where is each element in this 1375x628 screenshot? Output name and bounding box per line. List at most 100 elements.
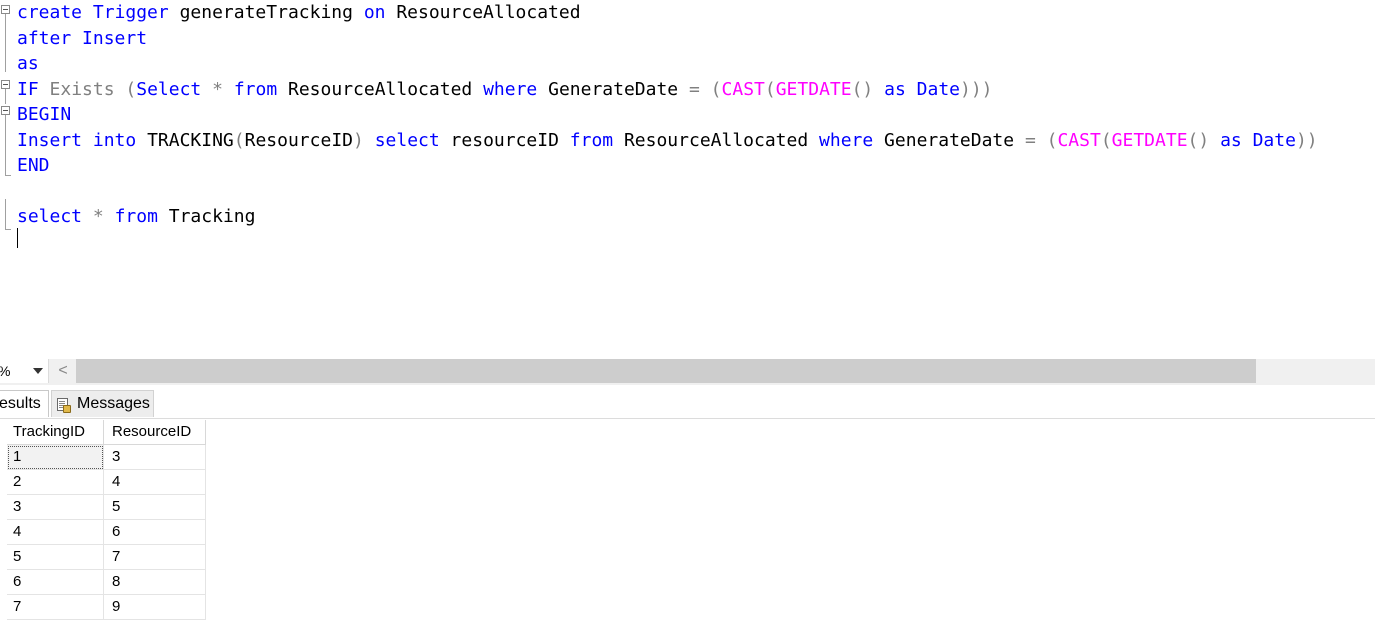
table-cell[interactable]: 4 <box>104 470 206 495</box>
tab-messages-label: Messages <box>77 395 150 412</box>
tab-results[interactable]: esults <box>0 390 49 417</box>
code-token: ) <box>353 129 364 151</box>
query-editor[interactable]: create Trigger generateTracking on Resou… <box>0 0 1375 358</box>
table-cell[interactable]: 6 <box>104 520 206 545</box>
code-line[interactable]: Insert into TRACKING(ResourceID) select … <box>17 128 1318 153</box>
code-token: Insert <box>17 129 83 151</box>
fold-end-marker <box>5 229 11 230</box>
results-tab-strip: esults Messages <box>0 388 1375 419</box>
tab-results-label: esults <box>0 395 41 412</box>
code-token: * <box>92 206 104 227</box>
zoom-value: % <box>0 359 10 383</box>
table-row[interactable]: 4 6 <box>7 520 206 545</box>
column-header-resourceid[interactable]: ResourceID <box>104 420 206 445</box>
table-cell[interactable]: 4 <box>7 520 104 545</box>
code-token: )) <box>1295 129 1318 151</box>
code-token: CAST <box>1057 129 1101 151</box>
horizontal-scrollbar-thumb[interactable] <box>76 359 1256 383</box>
code-token: select <box>374 129 440 151</box>
table-cell[interactable]: 8 <box>104 570 206 595</box>
table-cell[interactable]: 5 <box>7 545 104 570</box>
code-token: as <box>17 53 39 74</box>
collapse-trigger-icon[interactable] <box>1 5 10 14</box>
code-token: resourceID <box>439 129 570 151</box>
code-token: END <box>17 155 50 176</box>
code-token: GenerateDate <box>873 129 1025 151</box>
table-row[interactable]: 5 7 <box>7 545 206 570</box>
grid-header-row: TrackingID ResourceID <box>7 420 206 445</box>
fold-end-marker <box>5 175 11 176</box>
fold-guide-line <box>5 199 6 229</box>
code-token: CAST <box>721 78 765 100</box>
code-token: ResourceAllocated <box>277 78 484 100</box>
table-cell[interactable]: 9 <box>104 595 206 620</box>
code-line[interactable]: create Trigger generateTracking on Resou… <box>17 0 581 25</box>
scroll-left-arrow-icon[interactable]: < <box>53 359 73 383</box>
code-token: ResourceAllocated <box>385 2 581 23</box>
table-cell[interactable]: 7 <box>7 595 104 620</box>
code-token: ( <box>764 78 776 100</box>
fold-guide-line <box>5 14 6 72</box>
code-token: () <box>1187 129 1210 151</box>
code-token: from <box>233 78 278 100</box>
code-line[interactable]: as <box>17 51 39 76</box>
collapse-begin-icon[interactable] <box>1 106 10 115</box>
code-line[interactable]: END <box>17 153 50 178</box>
triangle-down-icon[interactable] <box>33 368 43 374</box>
code-token: Select <box>136 78 202 100</box>
code-line[interactable]: select * from Tracking <box>17 204 255 229</box>
table-cell[interactable]: 3 <box>7 495 104 520</box>
code-line[interactable]: BEGIN <box>17 102 71 127</box>
code-token: on <box>363 2 386 23</box>
text-caret <box>17 228 18 248</box>
table-row[interactable]: 3 5 <box>7 495 206 520</box>
tab-messages[interactable]: Messages <box>51 390 154 417</box>
code-token: ( <box>1100 129 1112 151</box>
table-row[interactable]: 6 8 <box>7 570 206 595</box>
fold-guide-line <box>5 89 6 104</box>
code-token: TRACKING <box>136 129 234 151</box>
code-token: Date <box>916 78 960 100</box>
fold-guide-line <box>5 115 6 175</box>
code-token: ( <box>710 78 722 100</box>
table-cell[interactable]: 7 <box>104 545 206 570</box>
zoom-dropdown[interactable]: % <box>0 359 49 383</box>
table-cell[interactable]: 5 <box>104 495 206 520</box>
code-token: GETDATE <box>775 78 852 100</box>
column-header-trackingid[interactable]: TrackingID <box>7 420 104 445</box>
messages-icon <box>57 398 71 413</box>
table-row[interactable]: 1 3 <box>7 445 206 470</box>
code-token: ResourceAllocated <box>613 129 820 151</box>
code-token: Date <box>1252 129 1296 151</box>
code-token: ))) <box>960 78 993 100</box>
table-cell[interactable]: 2 <box>7 470 104 495</box>
code-line[interactable]: IF Exists (Select * from ResourceAllocat… <box>17 77 993 102</box>
results-grid[interactable]: TrackingID ResourceID 1 3 2 4 3 5 4 6 5 … <box>7 420 206 620</box>
code-token: () <box>851 78 874 100</box>
table-row[interactable]: 2 4 <box>7 470 206 495</box>
table-cell[interactable]: 3 <box>104 445 206 470</box>
editor-status-bar: % < <box>0 359 1375 385</box>
table-cell[interactable]: 1 <box>7 445 104 470</box>
code-token: as <box>1220 129 1242 151</box>
table-cell[interactable]: 6 <box>7 570 104 595</box>
code-line[interactable]: after Insert <box>17 26 147 51</box>
collapse-if-icon[interactable] <box>1 80 10 89</box>
code-token: ( <box>233 129 245 151</box>
code-token: from <box>114 206 158 227</box>
table-row[interactable]: 7 9 <box>7 595 206 620</box>
code-token: as <box>884 78 906 100</box>
code-token: BEGIN <box>17 104 72 125</box>
